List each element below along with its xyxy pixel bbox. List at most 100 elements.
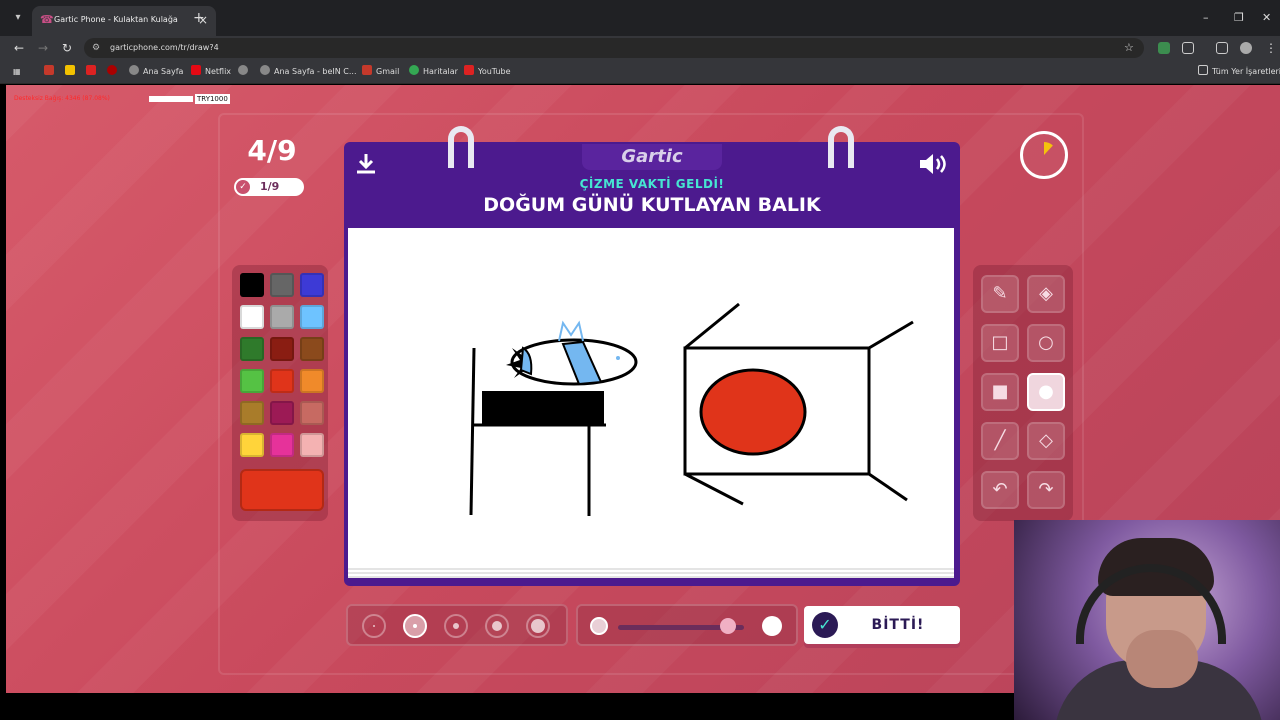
browser-tab-bar: ▾ ☎ Gartic Phone - Kulaktan Kulağa × + –… <box>0 0 1280 36</box>
brush-size-3[interactable] <box>444 614 468 638</box>
brush-size-1[interactable] <box>362 614 386 638</box>
volume-icon[interactable] <box>918 152 948 176</box>
fill-bucket-icon[interactable]: ◇ <box>1027 422 1065 460</box>
color-swatch[interactable] <box>240 369 264 393</box>
brush-size-5[interactable] <box>526 614 550 638</box>
color-swatch[interactable] <box>240 401 264 425</box>
color-swatch[interactable] <box>270 369 294 393</box>
close-window-icon[interactable]: ✕ <box>1262 10 1271 26</box>
extensions-puzzle-icon[interactable] <box>1182 42 1194 54</box>
fish-eye <box>616 356 620 360</box>
browser-tab[interactable]: ☎ Gartic Phone - Kulaktan Kulağa × <box>32 6 216 36</box>
color-swatch[interactable] <box>240 273 264 297</box>
all-bookmarks-label: Tüm Yer İşaretleri <box>1212 67 1280 76</box>
opacity-min-icon <box>590 617 608 635</box>
binder-ring-right <box>828 126 854 168</box>
color-swatch[interactable] <box>300 305 324 329</box>
done-button[interactable]: ✓ BİTTİ! <box>804 606 960 644</box>
color-swatch[interactable] <box>300 401 324 425</box>
opacity-max-icon <box>762 616 782 636</box>
bookmark-bein[interactable]: Ana Sayfa - beIN C... <box>260 65 357 79</box>
yandex-bookmark-icon[interactable] <box>65 65 79 79</box>
webcam-person-hand <box>1126 630 1198 688</box>
color-swatch[interactable] <box>270 401 294 425</box>
color-swatch[interactable] <box>300 273 324 297</box>
brush-size-2[interactable] <box>403 614 427 638</box>
color-swatch[interactable] <box>300 433 324 457</box>
pencil-icon[interactable]: ✎ <box>981 275 1019 313</box>
menu-kebab-icon[interactable]: ⋮ <box>1264 40 1278 56</box>
drawing <box>469 302 914 516</box>
bookmark-netflix[interactable]: Netflix <box>191 65 231 79</box>
address-bar[interactable]: ⚙ garticphone.com/tr/draw?4 ☆ <box>84 38 1144 58</box>
profile-avatar-icon[interactable] <box>1240 42 1252 54</box>
restore-icon[interactable]: ❐ <box>1234 10 1244 26</box>
drawing-prompt: DOĞUM GÜNÜ KUTLAYAN BALIK <box>483 194 821 216</box>
extension-shield-icon[interactable] <box>1158 42 1170 54</box>
gartic-logo: Gartic <box>582 144 722 170</box>
opera-bookmark-icon[interactable] <box>107 65 121 79</box>
reload-icon[interactable]: ↻ <box>60 40 74 56</box>
all-bookmarks[interactable]: Tüm Yer İşaretleri <box>1198 65 1280 79</box>
new-tab-plus-icon[interactable]: + <box>193 10 205 26</box>
current-color-swatch[interactable] <box>240 469 324 511</box>
box-line-tr <box>868 320 914 350</box>
timer-wedge <box>1044 142 1053 155</box>
eraser-icon[interactable]: ◈ <box>1027 275 1065 313</box>
ellipse-fill-icon[interactable]: ● <box>1027 373 1065 411</box>
opacity-thumb[interactable] <box>719 618 736 634</box>
apps-grid-icon[interactable]: ▦ <box>13 65 21 79</box>
browser-nav-bar: ← → ↻ ⚙ garticphone.com/tr/draw?4 ☆ ⋮ <box>0 36 1280 60</box>
site-info-icon[interactable]: ⚙ <box>92 41 104 55</box>
table-leg-left <box>469 347 476 516</box>
bookmark-label: Netflix <box>205 67 232 76</box>
globe-bookmark-icon[interactable] <box>238 65 252 79</box>
progress-text: 1/9 <box>260 180 280 193</box>
bookmark-label: Ana Sayfa <box>143 67 184 76</box>
gmail-bookmark-icon[interactable] <box>44 65 58 79</box>
youtube-bookmark-icon[interactable] <box>86 65 100 79</box>
undo-icon[interactable]: ↶ <box>981 471 1019 509</box>
rectangle-outline-icon[interactable]: □ <box>981 324 1019 362</box>
color-swatch[interactable] <box>300 369 324 393</box>
party-hat <box>558 320 584 342</box>
color-swatch[interactable] <box>240 433 264 457</box>
tab-list-chevron-icon[interactable]: ▾ <box>8 9 28 27</box>
back-arrow-icon[interactable]: ← <box>12 40 26 56</box>
notebook-header: Gartic ÇİZME VAKTİ GELDİ! DOĞUM GÜNÜ KUT… <box>344 126 960 226</box>
minimize-icon[interactable]: – <box>1203 10 1209 26</box>
ellipse-outline-icon[interactable]: ○ <box>1027 324 1065 362</box>
drawing-canvas[interactable] <box>348 228 954 568</box>
color-swatch[interactable] <box>240 305 264 329</box>
progress-pill: ✓ 1/9 <box>234 178 304 196</box>
color-swatch[interactable] <box>270 337 294 361</box>
forward-arrow-icon[interactable]: → <box>36 40 50 56</box>
tool-panel: ✎ ◈ □ ○ ■ ● ╱ ◇ ↶ ↷ <box>973 265 1073 521</box>
color-swatch[interactable] <box>300 337 324 361</box>
line-icon[interactable]: ╱ <box>981 422 1019 460</box>
color-swatch[interactable] <box>270 273 294 297</box>
bookmark-haritalar[interactable]: Haritalar <box>409 65 458 79</box>
notebook-page-edge <box>348 568 954 578</box>
color-swatch[interactable] <box>270 305 294 329</box>
media-control-icon[interactable] <box>1216 42 1228 54</box>
color-swatch[interactable] <box>270 433 294 457</box>
cake-block <box>482 391 604 425</box>
bookmark-ana-sayfa[interactable]: Ana Sayfa <box>129 65 183 79</box>
brush-size-4[interactable] <box>485 614 509 638</box>
gartic-favicon-icon: ☎ <box>40 13 54 26</box>
done-label: BİTTİ! <box>871 617 925 633</box>
redo-icon[interactable]: ↷ <box>1027 471 1065 509</box>
bookmark-star-icon[interactable]: ☆ <box>1124 40 1134 56</box>
download-icon[interactable] <box>354 152 378 176</box>
color-swatch[interactable] <box>240 337 264 361</box>
webcam-overlay <box>1014 520 1280 720</box>
rectangle-fill-icon[interactable]: ■ <box>981 373 1019 411</box>
bookmark-gmail[interactable]: Gmail <box>362 65 399 79</box>
tab-title: Gartic Phone - Kulaktan Kulağa <box>54 15 178 24</box>
box-line-tl <box>684 302 740 350</box>
bookmark-youtube[interactable]: YouTube <box>464 65 511 79</box>
bookmark-label: YouTube <box>478 67 511 76</box>
url-text: garticphone.com/tr/draw?4 <box>110 43 219 52</box>
box-line-bl <box>684 472 744 506</box>
